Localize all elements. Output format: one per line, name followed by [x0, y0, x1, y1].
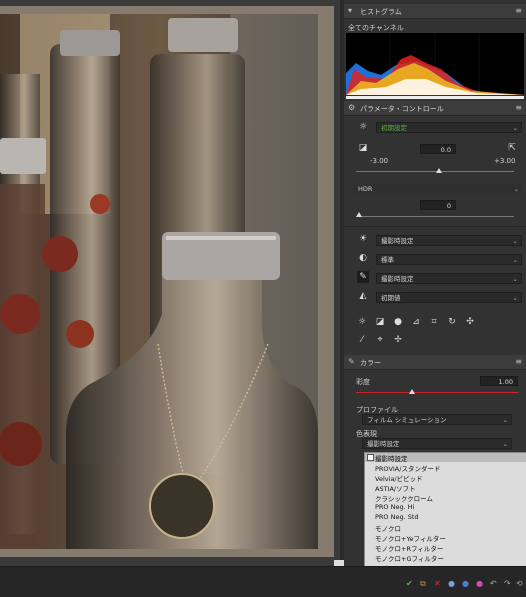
divider — [344, 226, 526, 227]
list-item[interactable]: モノクロ — [375, 523, 401, 533]
saturation-label: 彩度 — [356, 378, 370, 386]
exposure-min: -3.00 — [370, 157, 389, 165]
profile-dropdown[interactable]: フィルム シミュレーション ⌄ — [362, 414, 512, 425]
picture-control-tool-icon[interactable]: ☼ — [356, 316, 368, 328]
histogram-title: ヒストグラム — [360, 8, 402, 16]
list-item[interactable]: ASTIA/ソフト — [375, 483, 416, 493]
noise-reduction-dropdown[interactable]: 初期値 ⌄ — [376, 292, 522, 303]
colorspace-dropdown[interactable]: 撮影時設定 ⌄ — [362, 438, 512, 449]
close-icon[interactable]: ✕ — [434, 579, 441, 588]
contrast-icon: ◐ — [359, 253, 367, 263]
chevron-down-icon[interactable]: ▾ — [348, 6, 352, 15]
menu-icon[interactable]: ≡ — [515, 6, 522, 15]
saturation-slider[interactable] — [356, 392, 518, 393]
retouch-tool-icon[interactable]: ✣ — [464, 316, 476, 328]
list-item[interactable]: PROVIA/スタンダード — [375, 463, 440, 473]
exposure-tool-icon[interactable]: ◪ — [374, 316, 386, 328]
exposure-slider[interactable] — [356, 171, 514, 172]
brush-tool-icon[interactable]: ⁄ — [356, 334, 368, 346]
copy-icon[interactable]: ⧉ — [420, 579, 426, 589]
contrast-value: 標準 — [381, 256, 394, 264]
list-item[interactable]: PRO Neg. Std — [375, 513, 419, 521]
colorspace-value: 撮影時設定 — [367, 440, 400, 448]
hdr-label: HDR — [358, 185, 373, 193]
photo-bottles — [0, 14, 318, 549]
profile-value: フィルム シミュレーション — [367, 416, 447, 424]
white-balance-value: 撮影時設定 — [381, 237, 414, 245]
list-item[interactable]: モノクロ+Rフィルター — [375, 543, 443, 553]
exposure-slider-knob[interactable] — [436, 168, 442, 173]
sphere-tool-icon[interactable]: ● — [392, 316, 404, 328]
hdr-header[interactable]: HDR ⌄ — [354, 184, 522, 195]
point-tool-icon[interactable]: ✢ — [392, 334, 404, 346]
histogram-graph — [346, 33, 524, 95]
histogram-range-bar[interactable] — [346, 96, 524, 99]
color-header[interactable]: ✎ カラー ≡ — [344, 355, 526, 370]
undo-icon[interactable]: ↶ — [490, 579, 497, 588]
checkbox-icon[interactable] — [367, 454, 374, 461]
sharpness-value: 撮影時設定 — [381, 275, 414, 283]
param-control-header[interactable]: ⚙ パラメータ・コントロール ≡ — [344, 101, 526, 116]
layers-icon[interactable]: ● — [448, 579, 455, 588]
color-icon[interactable]: ● — [462, 579, 469, 588]
list-item[interactable]: Velvia/ビビッド — [375, 473, 423, 483]
list-item[interactable]: モノクロ+Yeフィルター — [375, 533, 446, 543]
exposure-max: +3.00 — [494, 157, 516, 165]
list-header[interactable]: 撮影時設定 — [365, 453, 526, 463]
saturation-slider-knob[interactable] — [409, 389, 415, 394]
list-item[interactable]: PRO Neg. Hi — [375, 503, 414, 511]
reset-icon[interactable]: ⟲ — [516, 579, 523, 588]
sharpness-icon: ✎ — [357, 271, 369, 283]
noise-reduction-icon: ◭ — [359, 291, 367, 301]
exposure-icon: ◪ — [358, 143, 368, 153]
check-icon[interactable]: ✔ — [406, 579, 413, 588]
list-header-label: 撮影時設定 — [375, 455, 408, 463]
eyedropper-tool-icon[interactable]: ⌖ — [374, 334, 386, 346]
list-item[interactable]: クラシッククローム — [375, 493, 433, 503]
image-viewer[interactable] — [0, 0, 340, 566]
menu-icon[interactable]: ≡ — [515, 103, 522, 112]
hdr-slider-knob[interactable] — [356, 212, 362, 217]
menu-icon[interactable]: ≡ — [515, 357, 522, 366]
sliders-icon: ⚙ — [348, 103, 356, 112]
noise-reduction-value: 初期値 — [381, 294, 401, 302]
contrast-dropdown[interactable]: 標準 ⌄ — [376, 254, 522, 265]
crop-tool-icon[interactable]: ⌗ — [428, 316, 440, 328]
saturation-input[interactable]: 1.00 — [480, 376, 518, 386]
color-dot-icon[interactable]: ● — [476, 579, 483, 588]
redo-icon[interactable]: ↷ — [504, 579, 511, 588]
picture-control-icon: ☼ — [358, 122, 368, 132]
rotate-tool-icon[interactable]: ↻ — [446, 316, 458, 328]
hdr-input[interactable]: 0 — [420, 200, 456, 210]
param-control-title: パラメータ・コントロール — [360, 105, 444, 113]
auto-adjust-icon[interactable]: ⇱ — [506, 142, 518, 154]
hdr-slider[interactable] — [356, 216, 514, 217]
sharpness-dropdown[interactable]: 撮影時設定 ⌄ — [376, 273, 522, 284]
white-balance-icon: ☀ — [358, 234, 368, 244]
colorspace-options-list[interactable]: 撮影時設定 PROVIA/スタンダード Velvia/ビビッド ASTIA/ソフ… — [364, 452, 526, 574]
picture-control-value: 初期設定 — [381, 124, 407, 132]
histogram-header[interactable]: ▾ ヒストグラム ≡ — [344, 4, 526, 19]
white-balance-dropdown[interactable]: 撮影時設定 ⌄ — [376, 235, 522, 246]
exposure-input[interactable]: 0.0 — [420, 144, 456, 154]
picture-control-dropdown[interactable]: 初期設定 ⌄ — [376, 122, 522, 133]
eyedropper-icon: ✎ — [348, 357, 355, 366]
levels-tool-icon[interactable]: ⊿ — [410, 316, 422, 328]
histogram-channel[interactable]: 全てのチャンネル — [348, 23, 404, 33]
list-item[interactable]: モノクロ+Gフィルター — [375, 553, 444, 563]
color-title: カラー — [360, 359, 381, 367]
